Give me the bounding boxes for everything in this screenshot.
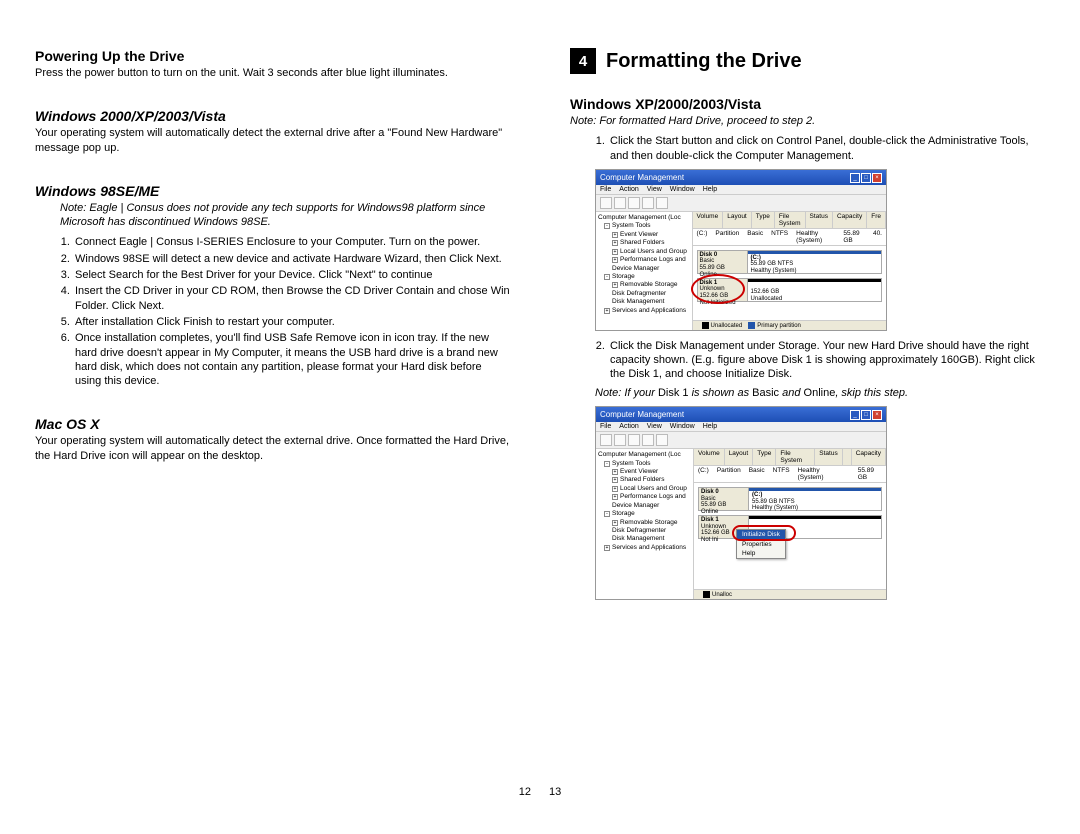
winxp-steps-2: Click the Disk Management under Storage.… [570,339,1045,382]
left-page: Powering Up the Drive Press the power bu… [35,30,510,608]
chapter-header: 4 Formatting the Drive [570,48,1045,74]
list-item: Connect Eagle | Consus I-SERIES Enclosur… [73,235,510,249]
menubar: FileActionViewWindowHelp [596,185,886,195]
win98-heading: Windows 98SE/ME [35,183,510,199]
right-page: 4 Formatting the Drive Windows XP/2000/2… [570,30,1045,608]
window-title: Computer Management [600,173,684,182]
toolbar [596,432,886,449]
win2000-heading: Windows 2000/XP/2003/Vista [35,108,510,124]
list-item: Insert the CD Driver in your CD ROM, the… [73,284,510,313]
column-headers: VolumeLayoutTypeFile SystemStatusCapacit… [694,449,886,466]
legend: Unalloc [694,589,886,599]
winxp-note: Note: For formatted Hard Drive, proceed … [570,114,1045,128]
win2000-body: Your operating system will automatically… [35,126,510,155]
win98-note: Note: Eagle | Consus does not provide an… [60,201,510,230]
list-item: Once installation completes, you'll find… [73,331,510,388]
window-title: Computer Management [600,410,684,419]
list-item: Click the Disk Management under Storage.… [608,339,1045,382]
screenshot-computer-mgmt-1: Computer Management _□× FileActionViewWi… [595,169,887,331]
list-item: Click the Start button and click on Cont… [608,134,1045,163]
macosx-body: Your operating system will automatically… [35,434,510,463]
powering-heading: Powering Up the Drive [35,48,510,64]
macosx-heading: Mac OS X [35,416,510,432]
tree-pane: Computer Management (Loc -System Tools +… [596,449,694,599]
window-buttons: _□× [849,172,882,183]
highlight-circle [691,274,745,304]
tree-pane: Computer Management (Loc -System Tools +… [596,212,693,330]
list-item: Windows 98SE will detect a new device an… [73,252,510,266]
highlight-circle [732,525,796,541]
legend: UnallocatedPrimary partition [693,320,886,330]
winxp-note-mixed: Note: If your Disk 1 is shown as Basic a… [595,386,1045,400]
powering-body: Press the power button to turn on the un… [35,66,510,80]
win98-steps: Connect Eagle | Consus I-SERIES Enclosur… [35,235,510,388]
page-num-left: 12 [519,786,531,798]
list-item: After installation Click Finish to resta… [73,315,510,329]
toolbar [596,195,886,212]
screenshot-computer-mgmt-2: Computer Management _□× FileActionViewWi… [595,406,887,600]
chapter-number: 4 [570,48,596,74]
volume-row: (C:)PartitionBasicNTFSHealthy (System)55… [694,466,886,483]
volume-row: (C:)PartitionBasicNTFSHealthy (System)55… [693,229,886,246]
menubar: FileActionViewWindowHelp [596,422,886,432]
window-buttons: _□× [849,409,882,420]
winxp-steps: Click the Start button and click on Cont… [570,134,1045,163]
page-num-right: 13 [549,786,561,798]
list-item: Select Search for the Best Driver for yo… [73,268,510,282]
winxp-heading: Windows XP/2000/2003/Vista [570,96,1045,112]
column-headers: VolumeLayoutTypeFile SystemStatusCapacit… [693,212,886,229]
page-numbers: 12 13 [519,786,562,798]
chapter-title: Formatting the Drive [606,50,802,73]
